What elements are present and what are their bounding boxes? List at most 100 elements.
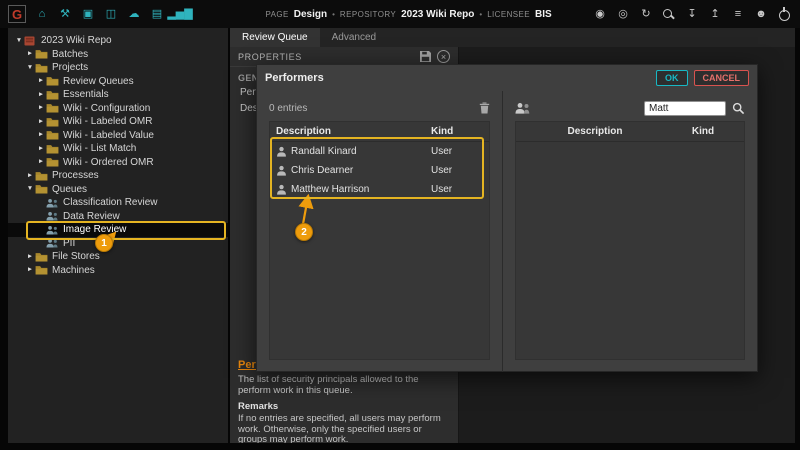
tree-item-wiki-configuration[interactable]: Wiki - Configuration	[8, 102, 228, 116]
tree-item-label: Batches	[52, 49, 88, 60]
dialog-title: Performers	[265, 72, 650, 84]
expander-icon[interactable]	[36, 159, 46, 166]
cloud-upload-icon[interactable]: ☁	[126, 6, 142, 22]
tree-item-label: Data Review	[63, 211, 120, 222]
user-icon[interactable]: ☻	[753, 6, 769, 22]
tree-item-machines[interactable]: Machines	[8, 264, 228, 278]
upload-icon[interactable]: ↥	[707, 6, 723, 22]
tab-review-queue[interactable]: Review Queue	[230, 28, 320, 47]
tree-item-image-review[interactable]: Image Review	[8, 223, 228, 237]
tree-node-icon	[35, 265, 49, 276]
tree-node-icon	[24, 35, 38, 46]
column-description: Description	[276, 126, 431, 137]
tree-item-pii[interactable]: PII	[8, 237, 228, 251]
search-icon[interactable]	[661, 6, 677, 22]
tree-item-label: Wiki - Configuration	[63, 103, 150, 114]
performer-row[interactable]: Chris Dearner User	[270, 161, 489, 180]
tab-advanced[interactable]: Advanced	[320, 28, 388, 47]
topbar-right-icons: ◉ ◎ ↻ ↧ ↥ ≡ ☻	[592, 6, 792, 22]
tree-item-label: Projects	[52, 62, 88, 73]
download-icon[interactable]: ↧	[684, 6, 700, 22]
tree-item-label: Processes	[52, 170, 99, 181]
tools-icon[interactable]: ⚒	[57, 6, 73, 22]
close-icon[interactable]: ×	[437, 50, 450, 63]
batches-icon[interactable]: ▣	[80, 6, 96, 22]
expander-icon[interactable]	[25, 186, 35, 193]
tab-strip: Review Queue Advanced	[230, 28, 795, 47]
stack-icon[interactable]: ≡	[730, 6, 746, 22]
tree-item-projects[interactable]: Projects	[8, 61, 228, 75]
tree-node-icon	[46, 211, 60, 222]
power-icon[interactable]	[776, 6, 792, 22]
expander-icon[interactable]	[25, 173, 35, 180]
tree-item-wiki-ordered-omr[interactable]: Wiki - Ordered OMR	[8, 156, 228, 170]
tree-item-label: Image Review	[63, 224, 126, 235]
tree-item-file-stores[interactable]: File Stores	[8, 250, 228, 264]
help-body: The list of security principals allowed …	[238, 375, 448, 396]
performer-row[interactable]: Matthew Harrison User	[270, 180, 489, 199]
tree-node-icon	[35, 184, 49, 195]
entries-count: 0 entries	[269, 103, 307, 114]
tree-item-classification-review[interactable]: Classification Review	[8, 196, 228, 210]
tree-item-batches[interactable]: Batches	[8, 48, 228, 62]
tree-item-wiki-labeled-omr[interactable]: Wiki - Labeled OMR	[8, 115, 228, 129]
tree-item-repo[interactable]: 2023 Wiki Repo	[8, 34, 228, 48]
ok-button[interactable]: OK	[656, 70, 688, 86]
column-kind: Kind	[431, 126, 483, 137]
page-value[interactable]: Design	[294, 9, 327, 20]
tree-item-wiki-labeled-value[interactable]: Wiki - Labeled Value	[8, 129, 228, 143]
performer-row[interactable]: Randall Kinard User	[270, 142, 489, 161]
expander-icon[interactable]	[36, 92, 46, 99]
cancel-button[interactable]: CANCEL	[694, 70, 750, 86]
selected-performers-pane: 0 entries Description Kind	[257, 91, 502, 372]
tree-item-label: Classification Review	[63, 197, 157, 208]
refresh-icon[interactable]: ↻	[638, 6, 654, 22]
gift-icon[interactable]: ▤	[149, 6, 165, 22]
save-icon[interactable]	[420, 51, 431, 62]
search-icon[interactable]	[732, 102, 745, 115]
column-kind: Kind	[668, 126, 738, 137]
tree-item-label: Essentials	[63, 89, 109, 100]
tree-node-icon	[46, 130, 60, 141]
tree-item-review-queues[interactable]: Review Queues	[8, 75, 228, 89]
expander-icon[interactable]	[25, 267, 35, 274]
expander-icon[interactable]	[25, 51, 35, 58]
delete-icon[interactable]	[479, 102, 490, 114]
tree-item-wiki-list-match[interactable]: Wiki - List Match	[8, 142, 228, 156]
stop-circle-icon[interactable]: ◎	[615, 6, 631, 22]
tree-node-icon	[46, 143, 60, 154]
play-circle-icon[interactable]: ◉	[592, 6, 608, 22]
properties-header-label: PROPERTIES	[238, 52, 302, 62]
expander-icon[interactable]	[25, 65, 35, 72]
expander-icon[interactable]	[36, 132, 46, 139]
node-tree-sidebar: 2023 Wiki Repo Batches Pro	[8, 28, 228, 443]
tree-node-icon	[46, 89, 60, 100]
search-results-pane: Description Kind	[502, 91, 757, 372]
tree-item-label: Wiki - Labeled OMR	[63, 116, 152, 127]
tree-item-queues[interactable]: Queues	[8, 183, 228, 197]
performer-kind: User	[431, 165, 483, 176]
tree-item-essentials[interactable]: Essentials	[8, 88, 228, 102]
expander-icon[interactable]	[14, 38, 24, 45]
performer-name: Matthew Harrison	[291, 184, 431, 195]
tree-item-label: PII	[63, 238, 75, 249]
expander-icon[interactable]	[36, 119, 46, 126]
tree-item-data-review[interactable]: Data Review	[8, 210, 228, 224]
expander-icon[interactable]	[36, 105, 46, 112]
performer-name: Randall Kinard	[291, 146, 431, 157]
stats-icon[interactable]: ▂▅▇	[172, 6, 188, 22]
performer-search-input[interactable]	[644, 101, 726, 116]
performer-name: Chris Dearner	[291, 165, 431, 176]
home-icon[interactable]: ⌂	[34, 6, 50, 22]
licensee-value: BIS	[535, 9, 552, 20]
tree-item-label: Machines	[52, 265, 95, 276]
app-window: G ⌂ ⚒ ▣ ◫ ☁ ▤ ▂▅▇ PAGE Design • REPOSITO…	[0, 0, 800, 450]
expander-icon[interactable]	[36, 146, 46, 153]
expander-icon[interactable]	[36, 78, 46, 85]
tree-node-icon	[35, 62, 49, 73]
page-label: PAGE	[266, 10, 289, 19]
repository-value[interactable]: 2023 Wiki Repo	[401, 9, 474, 20]
archive-icon[interactable]: ◫	[103, 6, 119, 22]
tree-item-processes[interactable]: Processes	[8, 169, 228, 183]
expander-icon[interactable]	[25, 254, 35, 261]
